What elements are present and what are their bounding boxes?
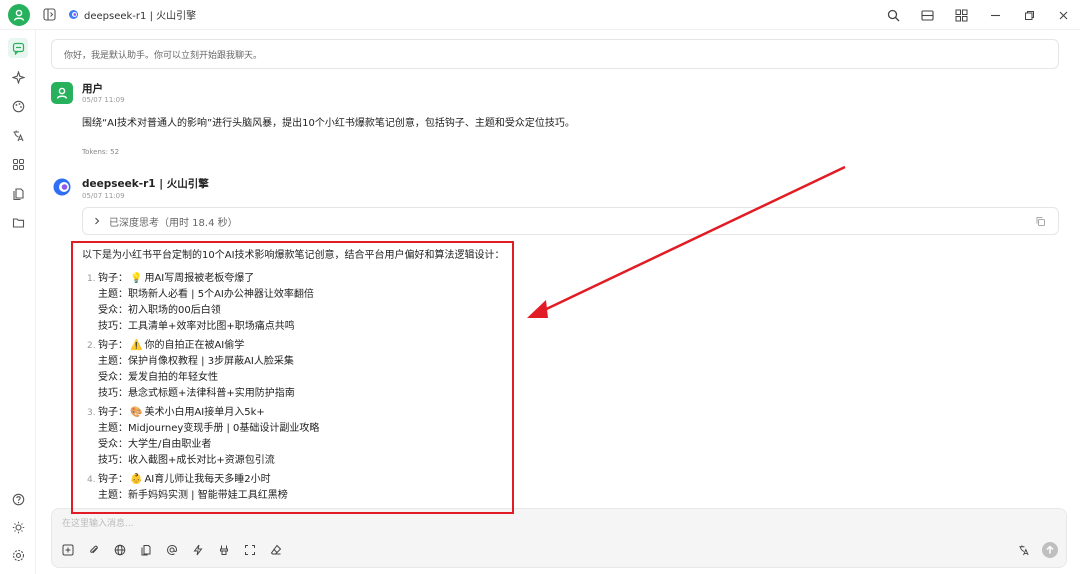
sidebar-item-files[interactable] bbox=[8, 183, 28, 203]
user-icon bbox=[56, 87, 68, 99]
list-item: 4. 钩子： 👶 AI育儿师让我每天多睡2小时 主题：新手妈妈实测 | 智能带娃工具红… bbox=[87, 472, 507, 504]
idea-hook: 美术小白用AI接单月入5k+ bbox=[144, 407, 265, 418]
sparkle-icon bbox=[11, 70, 25, 84]
layout-icon[interactable] bbox=[918, 6, 936, 24]
idea-technique: 技巧：收入截图+成长对比+资源包引流 bbox=[98, 455, 275, 466]
user-message-avatar bbox=[51, 82, 73, 104]
idea-topic: 主题：新手妈妈实测 | 智能带娃工具红黑榜 bbox=[98, 490, 288, 501]
idea-number: 4. bbox=[87, 475, 96, 485]
translate-icon bbox=[13, 130, 23, 141]
sidebar-item-theme[interactable] bbox=[8, 517, 28, 537]
user-message-time: 05/07 11:09 bbox=[82, 96, 125, 104]
idea-topic: 主题：保护肖像权教程 | 3步屏蔽AI人脸采集 bbox=[98, 356, 294, 367]
message-input[interactable] bbox=[62, 517, 1052, 531]
grid-icon[interactable] bbox=[952, 6, 970, 24]
idea-technique: 技巧：悬念式标题+法律科普+实用防护指南 bbox=[98, 388, 295, 399]
sun-icon bbox=[12, 521, 24, 533]
sidebar-item-chat[interactable] bbox=[8, 38, 28, 58]
idea-technique: 技巧：工具清单+效率对比图+职场痛点共鸣 bbox=[98, 321, 295, 332]
attachment-icon[interactable] bbox=[86, 542, 102, 558]
lightbulb-icon: 💡 bbox=[130, 273, 143, 284]
eraser-icon[interactable] bbox=[268, 542, 284, 558]
user-message-text: 围绕“AI技术对普通人的影响”进行头脑风暴，提出10个小红书爆款笔记创意，包括钩… bbox=[82, 118, 575, 129]
palette-emoji-icon: 🎨 bbox=[130, 407, 143, 418]
deepseek-logo-icon bbox=[53, 178, 71, 196]
hook-label: 钩子： bbox=[98, 340, 128, 351]
greeting-message: 你好，我是默认助手。你可以立刻开始跟我聊天。 bbox=[51, 39, 1059, 69]
hook-label: 钩子： bbox=[98, 407, 128, 418]
idea-audience: 受众：大学生/自由职业者 bbox=[98, 439, 212, 450]
new-topic-icon[interactable] bbox=[60, 542, 76, 558]
assistant-message-time: 05/07 11:09 bbox=[82, 192, 125, 200]
model-selector[interactable]: deepseek-r1 | 火山引擎 bbox=[68, 7, 196, 22]
restore-icon[interactable] bbox=[1020, 6, 1038, 24]
hook-label: 钩子： bbox=[98, 273, 128, 284]
quick-phrase-icon[interactable] bbox=[190, 542, 206, 558]
send-button[interactable] bbox=[1042, 542, 1058, 558]
web-search-icon[interactable] bbox=[112, 542, 128, 558]
response-intro: 以下是为小红书平台定制的10个AI技术影响爆款笔记创意，结合平台用户偏好和算法逻… bbox=[82, 250, 505, 261]
assistant-name: deepseek-r1 | 火山引擎 bbox=[82, 178, 209, 190]
model-logo-icon bbox=[69, 10, 78, 19]
idea-topic: 主题：Midjourney变现手册 | 0基础设计副业攻略 bbox=[98, 423, 320, 434]
idea-hook: 你的自拍正在被AI偷学 bbox=[144, 340, 245, 351]
minimize-icon[interactable] bbox=[986, 6, 1004, 24]
idea-number: 1. bbox=[87, 274, 96, 284]
chat-icon bbox=[12, 42, 24, 55]
idea-audience: 受众：爱发自拍的年轻女性 bbox=[98, 372, 218, 383]
idea-hook: 用AI写周报被老板夸爆了 bbox=[144, 273, 255, 284]
list-item: 1. 钩子： 💡 用AI写周报被老板夸爆了 主题：职场新人必看 | 5个AI办公神器让… bbox=[87, 271, 507, 335]
model-title: deepseek-r1 | 火山引擎 bbox=[84, 11, 197, 22]
sidebar-item-apps[interactable] bbox=[8, 154, 28, 174]
copy-icon[interactable] bbox=[1035, 216, 1046, 227]
thinking-label: 已深度思考（用时 18.4 秒） bbox=[109, 217, 238, 229]
sidebar bbox=[0, 30, 36, 574]
knowledge-base-icon[interactable] bbox=[138, 542, 154, 558]
chevron-right-icon bbox=[95, 217, 100, 225]
apps-icon bbox=[12, 158, 24, 170]
sidebar-item-help[interactable] bbox=[8, 489, 28, 509]
sidebar-item-translate[interactable] bbox=[8, 125, 28, 145]
gear-icon bbox=[12, 549, 24, 561]
idea-hook: AI育儿师让我每天多睡2小时 bbox=[144, 474, 271, 485]
hook-label: 钩子： bbox=[98, 474, 128, 485]
user-name: 用户 bbox=[82, 83, 103, 95]
translate-icon[interactable] bbox=[1016, 542, 1032, 558]
toggle-sidebar-icon[interactable] bbox=[40, 6, 58, 24]
sidebar-item-folder[interactable] bbox=[8, 212, 28, 232]
token-count: Tokens: 52 bbox=[82, 148, 120, 156]
fullscreen-icon[interactable] bbox=[242, 542, 258, 558]
assistant-avatar bbox=[51, 176, 73, 198]
chat-area: 你好，我是默认助手。你可以立刻开始跟我聊天。 用户 05/07 11:09 围绕… bbox=[36, 30, 1080, 574]
sidebar-item-paint[interactable] bbox=[8, 96, 28, 116]
idea-number: 2. bbox=[87, 341, 96, 351]
user-avatar[interactable] bbox=[8, 3, 30, 26]
sidebar-item-settings[interactable] bbox=[8, 545, 28, 565]
idea-audience: 受众：初入职场的00后白领 bbox=[98, 305, 221, 316]
palette-icon bbox=[12, 100, 24, 112]
arrow-up-icon bbox=[1046, 545, 1054, 554]
greeting-text: 你好，我是默认助手。你可以立刻开始跟我聊天。 bbox=[64, 50, 263, 61]
message-composer bbox=[51, 508, 1067, 568]
warning-icon: ⚠️ bbox=[130, 340, 143, 351]
clear-context-icon[interactable] bbox=[216, 542, 232, 558]
help-icon bbox=[12, 493, 24, 505]
list-item: 2. 钩子： ⚠️ 你的自拍正在被AI偷学 主题：保护肖像权教程 | 3步屏蔽AI人脸… bbox=[87, 338, 507, 402]
search-icon[interactable] bbox=[884, 6, 902, 24]
user-icon bbox=[13, 9, 25, 21]
title-bar: deepseek-r1 | 火山引擎 bbox=[0, 0, 1080, 30]
list-item: 3. 钩子： 🎨 美术小白用AI接单月入5k+ 主题：Midjourney变现手册 |… bbox=[87, 405, 507, 469]
idea-topic: 主题：职场新人必看 | 5个AI办公神器让效率翻倍 bbox=[98, 289, 314, 300]
idea-number: 3. bbox=[87, 408, 96, 418]
files-icon bbox=[12, 187, 24, 200]
thinking-toggle[interactable]: 已深度思考（用时 18.4 秒） bbox=[82, 207, 1059, 235]
close-icon[interactable] bbox=[1054, 6, 1072, 24]
sidebar-item-agents[interactable] bbox=[8, 67, 28, 87]
baby-icon: 👶 bbox=[130, 474, 143, 485]
mention-icon[interactable] bbox=[164, 542, 180, 558]
folder-icon bbox=[12, 217, 24, 228]
